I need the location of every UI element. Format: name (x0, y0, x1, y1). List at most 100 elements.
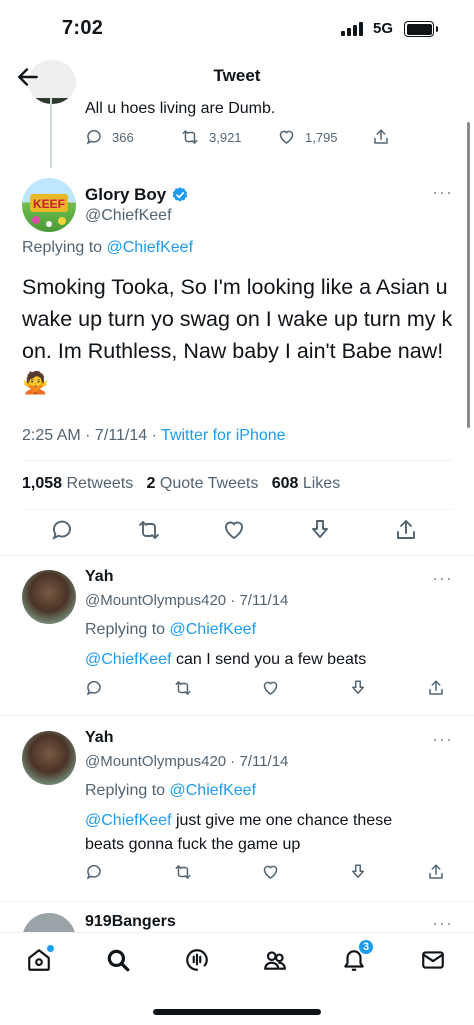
reply-body: can I send you a few beats (171, 651, 367, 668)
tab-search[interactable] (101, 943, 135, 977)
tab-spaces[interactable] (180, 943, 214, 977)
tab-communities[interactable] (258, 943, 292, 977)
save-button[interactable] (349, 863, 427, 884)
like-button[interactable] (261, 679, 349, 700)
replying-to: Replying to @ChiefKeef (22, 239, 193, 257)
like-button[interactable] (261, 863, 349, 884)
replying-to-link[interactable]: @ChiefKeef (170, 782, 257, 799)
quotes-count: 2 (146, 475, 156, 492)
author-handle[interactable]: @ChiefKeef (85, 207, 172, 225)
author-name-row[interactable]: Glory Boy (85, 185, 189, 205)
spaces-icon (186, 949, 208, 971)
reply-icon (52, 520, 71, 540)
battery-icon (404, 21, 438, 37)
share-icon (429, 680, 443, 695)
parent-tweet-actions: 366 3,921 1,795 (85, 128, 390, 146)
quotes-label: Quote Tweets (159, 475, 259, 492)
tweet-source-link[interactable]: Twitter for iPhone (161, 427, 286, 444)
parent-tweet-text: All u hoes living are Dumb. (85, 100, 276, 117)
retweet-button[interactable] (173, 863, 261, 884)
tab-home[interactable] (22, 943, 56, 977)
reply-icon (86, 129, 101, 145)
mention-link[interactable]: @ChiefKeef (85, 812, 172, 829)
share-button[interactable] (394, 518, 418, 545)
like-button[interactable] (222, 518, 308, 545)
retweets-count: 1,058 (22, 475, 63, 492)
status-bar: 7:02 5G (0, 0, 474, 56)
reply-text: @ChiefKeef just give me one chance these… (85, 809, 435, 857)
share-icon (429, 864, 443, 879)
save-button[interactable] (349, 679, 427, 700)
heart-icon (263, 865, 278, 879)
reply-button[interactable] (50, 518, 136, 545)
save-button[interactable] (308, 518, 394, 545)
author-avatar[interactable]: KEEF (22, 178, 76, 232)
like-count: 1,795 (305, 129, 338, 145)
like-button[interactable]: 1,795 (277, 128, 372, 146)
messages-icon (422, 951, 444, 969)
reply-avatar[interactable] (22, 570, 76, 624)
retweets-stat[interactable]: 1,058 Retweets (22, 475, 133, 492)
page-title: Tweet (213, 66, 261, 85)
retweet-icon (182, 130, 198, 144)
reply-actions (85, 863, 445, 884)
reply-button[interactable] (85, 679, 173, 700)
tab-notifications[interactable]: 3 (337, 939, 374, 977)
notification-badge: 3 (358, 939, 374, 955)
more-options-icon[interactable]: ··· (432, 182, 453, 203)
likes-stat[interactable]: 608 Likes (272, 475, 341, 492)
mention-link[interactable]: @ChiefKeef (85, 651, 172, 668)
quotes-stat[interactable]: 2 Quote Tweets (147, 475, 259, 492)
reply-count: 366 (112, 129, 134, 145)
communities-icon (264, 951, 286, 970)
share-button[interactable] (427, 679, 445, 700)
tab-messages[interactable] (416, 943, 450, 977)
retweet-icon (175, 865, 191, 879)
divider (0, 715, 474, 716)
download-icon (312, 520, 328, 538)
reply-author-name[interactable]: Yah (85, 568, 113, 586)
reply-author-name[interactable]: Yah (85, 729, 113, 747)
reply-text: @ChiefKeef can I send you a few beats (85, 648, 435, 672)
tweet-engagement-counts: 1,058 Retweets 2 Quote Tweets 608 Likes (22, 475, 340, 493)
more-options-icon[interactable]: ··· (432, 913, 453, 934)
share-button[interactable] (372, 128, 390, 146)
more-options-icon[interactable]: ··· (432, 729, 453, 750)
avatar-logo-text: KEEF (33, 197, 65, 211)
main-tweet-actions (50, 518, 418, 545)
reply-actions (85, 679, 445, 700)
reply-icon (86, 864, 101, 880)
divider (0, 555, 474, 556)
retweet-icon (175, 681, 191, 695)
replying-to-link[interactable]: @ChiefKeef (170, 621, 257, 638)
status-time: 7:02 (62, 17, 104, 39)
retweet-count: 3,921 (209, 129, 242, 145)
author-name: Glory Boy (85, 185, 167, 204)
retweet-button[interactable] (173, 679, 261, 700)
share-button[interactable] (427, 863, 445, 884)
likes-label: Likes (302, 475, 341, 492)
divider (22, 460, 452, 461)
download-icon (352, 864, 364, 878)
retweet-icon (139, 521, 159, 539)
network-type: 5G (373, 20, 394, 37)
divider (0, 901, 474, 902)
retweet-button[interactable]: 3,921 (180, 128, 277, 146)
retweet-button[interactable] (136, 518, 222, 545)
replying-label: Replying to (85, 782, 166, 799)
reply-button[interactable]: 366 (85, 128, 180, 146)
verified-badge-icon (172, 187, 188, 202)
replying-to: Replying to @ChiefKeef (85, 782, 256, 800)
likes-count: 608 (271, 475, 299, 492)
replying-to-link[interactable]: @ChiefKeef (107, 239, 194, 256)
share-icon (374, 129, 388, 144)
thread-line (50, 96, 52, 168)
home-new-dot (47, 945, 54, 952)
scrollbar[interactable] (467, 122, 470, 428)
more-options-icon[interactable]: ··· (432, 568, 453, 589)
tweet-text: Smoking Tooka, So I'm looking like a Asi… (22, 275, 453, 395)
reply-avatar[interactable] (22, 731, 76, 785)
reply-author-name[interactable]: 919Bangers (85, 913, 176, 931)
reply-button[interactable] (85, 863, 173, 884)
replying-to: Replying to @ChiefKeef (85, 621, 256, 639)
